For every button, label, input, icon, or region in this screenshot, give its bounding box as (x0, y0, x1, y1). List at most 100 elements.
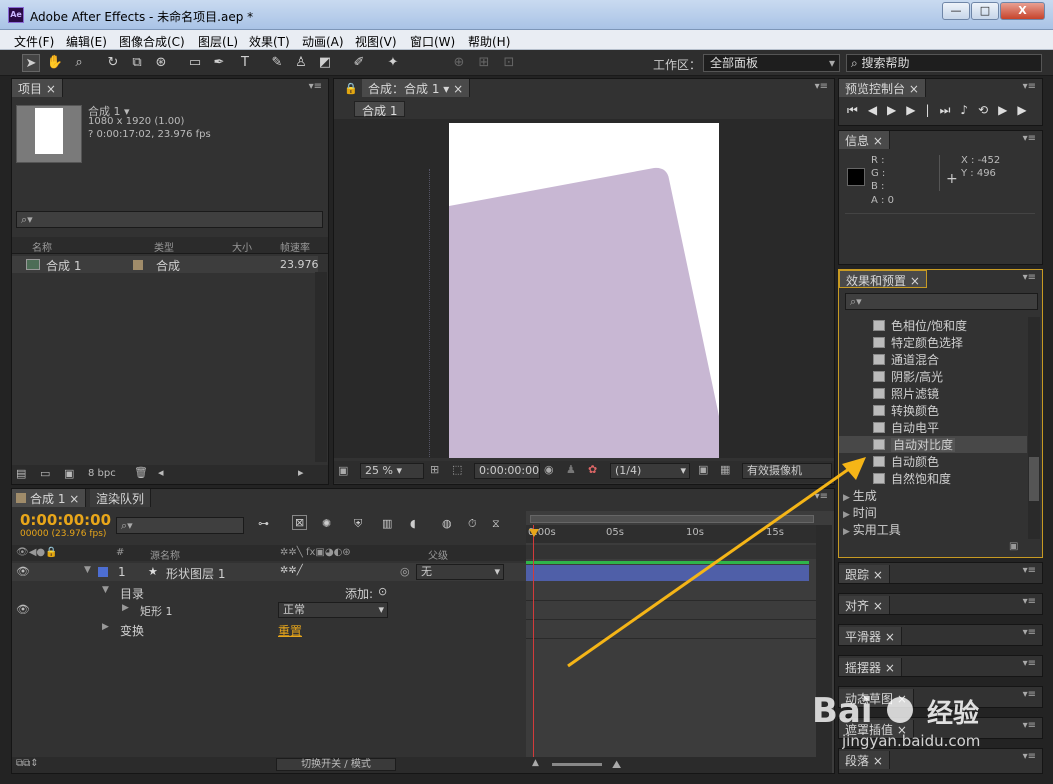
next-frame-icon[interactable]: ▶| (906, 103, 939, 117)
auto-keyframe-icon[interactable]: ⏱ (468, 517, 477, 531)
add-circle-icon[interactable]: ⊙ (378, 585, 387, 598)
menu-view[interactable]: 视图(V) (355, 33, 397, 50)
panel-menu-icon[interactable]: ▾≡ (1023, 751, 1036, 762)
tab-project[interactable]: 项目 × (12, 79, 63, 97)
column-name[interactable]: 名称 (32, 239, 52, 254)
world-axis-icon[interactable]: ⊞ (475, 54, 493, 72)
expand-triangle-icon[interactable]: ▶ (122, 603, 129, 613)
effect-category[interactable]: ▶ 生成 (839, 487, 1027, 504)
effects-scrollbar[interactable] (1028, 317, 1040, 539)
audio-icon[interactable]: ♪ (960, 103, 978, 117)
composition-viewer[interactable] (334, 119, 834, 458)
hand-tool-icon[interactable]: ✋ (46, 54, 64, 72)
effect-category[interactable]: ▶ 时间 (839, 504, 1027, 521)
column-fps[interactable]: 帧速率 (280, 239, 310, 254)
lock-icon[interactable]: 🔒 (344, 82, 358, 95)
ram-preview-icon[interactable]: ▶▶ (998, 103, 1036, 117)
panel-menu-icon[interactable]: ▾≡ (309, 81, 322, 92)
panel-menu-icon[interactable]: ▾≡ (1023, 596, 1036, 607)
project-item-row[interactable]: 合成 1 合成 23.976 (12, 256, 319, 273)
zoom-in-icon[interactable]: ⛰ (612, 758, 621, 772)
column-number[interactable]: # (116, 547, 124, 558)
layer-duration-bar[interactable] (526, 565, 809, 581)
layer-name[interactable]: 形状图层 1 (166, 565, 225, 582)
visibility-eye-icon[interactable]: 👁 (16, 565, 30, 578)
effect-item[interactable]: 转换颜色 (839, 402, 1027, 419)
toggle-switches-modes-button[interactable]: 切换开关 / 模式 (276, 758, 396, 771)
layer-row[interactable]: 👁 ▼ 1 ★ 形状图层 1 ✲✲╱ ◎ 无 ▾ (12, 563, 526, 581)
work-area-bar[interactable] (530, 515, 814, 523)
live-update-icon[interactable]: ⊠ (292, 515, 308, 530)
layer-switch-icons[interactable]: ✲✲╱ (280, 565, 303, 576)
panel-menu-icon[interactable]: ▾≡ (1023, 81, 1036, 92)
tab-mask-interpolation[interactable]: 遮罩插值 × (839, 720, 914, 738)
visibility-eye-icon[interactable]: 👁 (16, 603, 30, 616)
column-type[interactable]: 类型 (154, 239, 174, 254)
property-row-rectangle[interactable]: 👁 ▶ 矩形 1 正常 ▾ (12, 601, 526, 619)
minimize-button[interactable]: — (942, 2, 970, 20)
prev-frame-icon[interactable]: ◀ (868, 103, 887, 117)
add-property-label[interactable]: 添加: (345, 585, 373, 602)
eraser-tool-icon[interactable]: ◩ (316, 54, 334, 72)
effects-search-input[interactable]: ⌕▾ (845, 293, 1038, 310)
frame-blending-icon[interactable]: ▥ (382, 517, 392, 530)
column-parent[interactable]: 父级 (428, 547, 448, 562)
menu-file[interactable]: 文件(F) (14, 33, 54, 50)
roto-brush-tool-icon[interactable]: ✐ (350, 54, 368, 72)
view-axis-icon[interactable]: ⊡ (500, 54, 518, 72)
fast-preview-icon[interactable]: ▣ (698, 463, 708, 476)
zoom-tool-icon[interactable]: ⌕ (70, 54, 88, 72)
menu-animation[interactable]: 动画(A) (302, 33, 344, 50)
menu-layer[interactable]: 图层(L) (198, 33, 238, 50)
effect-item[interactable]: 特定颜色选择 (839, 334, 1027, 351)
project-search-input[interactable]: ⌕▾ (16, 211, 323, 228)
reset-link[interactable]: 重置 (278, 622, 302, 639)
menu-window[interactable]: 窗口(W) (410, 33, 455, 50)
effect-category[interactable]: ▶ 实用工具 (839, 521, 1027, 538)
panel-menu-icon[interactable]: ▾≡ (1023, 565, 1036, 576)
effect-item[interactable]: 照片滤镜 (839, 385, 1027, 402)
pen-tool-icon[interactable]: ✒ (210, 54, 228, 72)
puppet-pin-tool-icon[interactable]: ✦ (384, 54, 402, 72)
workspace-select[interactable]: 全部面板 ▾ (703, 54, 840, 72)
comp-timecode-field[interactable]: 0:00:00:00 (474, 463, 540, 479)
current-time-indicator[interactable] (533, 525, 534, 773)
transparency-grid-icon[interactable]: ▦ (720, 463, 730, 476)
panel-menu-icon[interactable]: ▾≡ (1023, 627, 1036, 638)
panel-menu-icon[interactable]: ▾≡ (1023, 133, 1036, 144)
scroll-left-icon[interactable]: ◂ (158, 466, 164, 479)
time-ruler[interactable]: 0:00s 05s 10s 15s (526, 525, 816, 543)
first-frame-icon[interactable]: ⏮ (847, 103, 868, 117)
tab-info[interactable]: 信息 × (839, 131, 890, 149)
scroll-right-icon[interactable]: ▸ (298, 466, 304, 479)
column-source-name[interactable]: 源名称 (150, 547, 180, 562)
panel-menu-icon[interactable]: ▾≡ (1023, 720, 1036, 731)
panel-menu-icon[interactable]: ▾≡ (815, 81, 828, 92)
effect-item-selected[interactable]: 自动对比度 (839, 436, 1027, 453)
show-snapshot-icon[interactable]: ♟ (566, 463, 576, 476)
label-color-swatch[interactable] (133, 260, 143, 270)
label-color-swatch[interactable] (98, 567, 108, 577)
tab-timeline-comp[interactable]: 合成 1 × (12, 489, 87, 507)
motion-blur-icon[interactable]: ◖ (410, 517, 416, 530)
panel-menu-icon[interactable]: ▾≡ (1023, 272, 1036, 283)
menu-effect[interactable]: 效果(T) (249, 33, 290, 50)
zoom-slider-bar[interactable]: ▲ ⛰ (526, 757, 818, 773)
graph-editor-icon[interactable]: ⧖ (492, 517, 500, 531)
tab-wiggler[interactable]: 摇摆器 × (839, 658, 902, 676)
bit-depth-button[interactable]: 8 bpc (88, 468, 116, 479)
effect-item[interactable]: 自动电平 (839, 419, 1027, 436)
project-scrollbar[interactable] (315, 272, 327, 462)
trash-icon[interactable]: 🗑 (134, 466, 148, 479)
effect-item[interactable]: 自然饱和度 (839, 470, 1027, 487)
resolution-select[interactable]: (1/4) ▾ (610, 463, 690, 479)
last-frame-icon[interactable]: ⏭ (940, 103, 961, 117)
parent-select[interactable]: 无 ▾ (416, 564, 504, 580)
current-time-display[interactable]: 0:00:00:00 (20, 511, 111, 529)
effect-item[interactable]: 阴影/高光 (839, 368, 1027, 385)
brush-tool-icon[interactable]: ✎ (268, 54, 286, 72)
tab-motion-sketch[interactable]: 动态草图 × (839, 689, 914, 707)
comp-mini-flowchart-icon[interactable]: ⊶ (258, 517, 269, 530)
new-folder-icon[interactable]: ▣ (1009, 541, 1018, 552)
close-button[interactable]: X (1000, 2, 1045, 20)
